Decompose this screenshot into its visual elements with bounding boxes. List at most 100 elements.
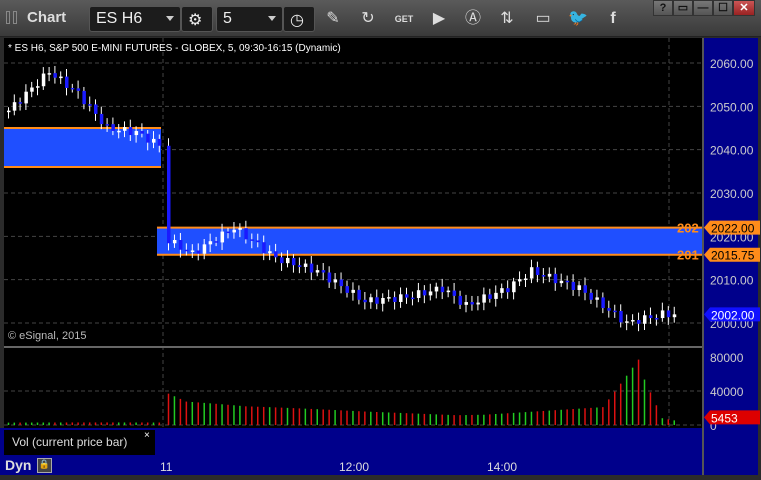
price-tick: 2050.00: [710, 100, 754, 114]
candle-body: [190, 250, 195, 252]
interval-menu-button[interactable]: ◷: [283, 6, 315, 32]
candle-body: [291, 257, 296, 266]
candle-body: [30, 87, 34, 92]
candle-body: [315, 270, 320, 273]
last-price-tag: 2002.00: [711, 308, 755, 322]
candle-body: [256, 240, 260, 243]
candle-body: [178, 240, 183, 250]
candle-body: [172, 240, 177, 244]
candle-body: [393, 297, 397, 302]
symbol-select[interactable]: ES H6: [89, 6, 181, 32]
candle-body: [482, 294, 486, 303]
candle-body: [214, 241, 219, 243]
comment-icon[interactable]: ▭: [532, 8, 554, 30]
maximize-button[interactable]: ☐: [713, 0, 733, 16]
volume-tick: 40000: [710, 385, 744, 399]
copyright: © eSignal, 2015: [8, 330, 87, 342]
chevron-down-icon: [268, 16, 276, 21]
candle-body: [637, 320, 641, 324]
symbol-settings-button[interactable]: ⚙: [181, 6, 213, 32]
twitter-icon[interactable]: 🐦: [567, 8, 589, 30]
candle-body: [357, 289, 361, 300]
candle-body: [601, 297, 605, 309]
zone-label: 202: [677, 221, 699, 236]
close-study-button[interactable]: ×: [144, 430, 150, 441]
candle-body: [440, 286, 445, 293]
drag-handle[interactable]: [6, 11, 10, 24]
help-button[interactable]: ?: [653, 0, 673, 16]
candle-body: [595, 297, 599, 300]
price-zone: [157, 227, 702, 255]
candle-body: [571, 281, 576, 290]
get-icon[interactable]: GET: [393, 8, 415, 30]
candle-body: [286, 257, 290, 264]
facebook-icon[interactable]: f: [602, 8, 624, 30]
candle-body: [105, 124, 110, 126]
candle-body: [47, 73, 52, 75]
candle-body: [643, 315, 647, 324]
candle-body: [363, 299, 367, 303]
candle-body: [167, 145, 171, 244]
candle-body: [619, 310, 623, 323]
lower-price-tag: 2015.75: [711, 249, 755, 263]
candle-body: [547, 273, 552, 277]
link-icon[interactable]: ⇅: [496, 8, 518, 30]
candle-body: [280, 257, 284, 264]
candle-body: [140, 131, 144, 134]
candle-body: [152, 138, 156, 143]
candle-body: [123, 127, 127, 131]
candle-body: [321, 270, 326, 273]
price-axis[interactable]: 2060.00 2050.00 2040.00 2030.00 2020.00 2010.…: [702, 38, 760, 475]
interval-select[interactable]: 5: [216, 6, 283, 32]
upper-price-tag: 2022.00: [711, 222, 755, 236]
candle-body: [607, 308, 611, 311]
candle-body: [70, 87, 75, 90]
candle-body: [500, 288, 504, 293]
candle-body: [625, 321, 629, 323]
candle-body: [434, 286, 439, 292]
candle-body: [660, 310, 665, 319]
window-title: Chart: [27, 9, 67, 26]
candle-body: [399, 294, 403, 302]
candle-body: [128, 127, 133, 136]
candle-body: [208, 241, 213, 245]
candle-body: [458, 295, 463, 305]
candle-body: [146, 133, 150, 143]
alert-icon[interactable]: Ⓐ: [462, 8, 484, 30]
chart-header: * ES H6, S&P 500 E-MINI FUTURES - GLOBEX…: [8, 43, 341, 54]
play-icon[interactable]: ▶: [428, 8, 450, 30]
candle-body: [134, 131, 139, 136]
candle-body: [613, 310, 617, 313]
volume-study-label: Vol (current price bar): [4, 430, 155, 455]
refresh-icon[interactable]: ↻: [357, 8, 379, 30]
candle-body: [76, 88, 81, 91]
close-button[interactable]: ✕: [733, 0, 755, 16]
candle-body: [226, 231, 230, 234]
price-tick: 2010.00: [710, 274, 754, 288]
candle-body: [583, 285, 587, 293]
time-tick: 12:00: [339, 460, 370, 474]
candle-body: [422, 290, 427, 296]
candle-body: [12, 102, 17, 111]
chart-area[interactable]: 202 201: [4, 38, 702, 428]
clock-icon: ◷: [290, 12, 304, 29]
dynamic-mode-label[interactable]: Dyn: [5, 457, 31, 473]
candle-body: [541, 275, 546, 277]
minimize-button[interactable]: —: [693, 0, 713, 16]
candle-body: [506, 288, 510, 293]
candle-body: [157, 138, 162, 146]
price-tick: 2060.00: [710, 57, 754, 71]
window-menu-button[interactable]: ▭: [673, 0, 693, 16]
lock-icon[interactable]: 🔒: [37, 458, 52, 473]
candle-body: [410, 297, 415, 300]
drag-handle[interactable]: [13, 11, 17, 24]
candle-body: [494, 292, 498, 299]
candle-body: [327, 272, 332, 283]
candle-body: [512, 281, 516, 293]
time-tick: 14:00: [487, 460, 518, 474]
candle-body: [309, 263, 314, 273]
candle-body: [488, 294, 492, 299]
candle-body: [111, 124, 115, 131]
pencil-icon[interactable]: ✎: [322, 8, 344, 30]
candle-body: [232, 229, 236, 233]
